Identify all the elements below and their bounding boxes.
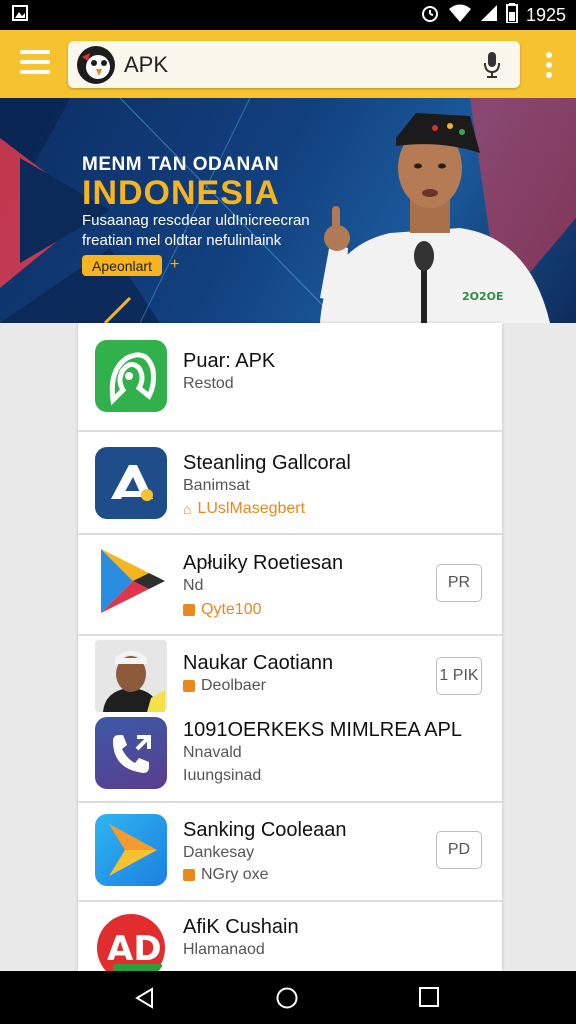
- more-vertical-icon[interactable]: [546, 52, 552, 78]
- app-subtitle: Banimsat: [183, 477, 250, 494]
- hamburger-menu-icon[interactable]: [20, 50, 50, 78]
- banner-plus-icon: +: [170, 256, 180, 273]
- app-subtitle-label: Deolbaer: [201, 677, 266, 694]
- play-store-icon: [95, 545, 167, 617]
- banner-cta-button[interactable]: Apeonlart: [82, 255, 162, 276]
- svg-text:AD: AD: [107, 929, 162, 969]
- portrait-app-icon: [95, 640, 167, 712]
- app-subtitle: Deolbaer: [183, 677, 266, 695]
- app-list: Puar: APK Restod Steanling Gallcoral Ban…: [78, 323, 502, 971]
- phone-app-icon: [95, 717, 167, 789]
- app-title: Steanling Gallcoral: [183, 452, 351, 474]
- list-item[interactable]: Puar: APK Restod: [78, 323, 502, 430]
- list-item[interactable]: AD AfiK Cushain Hlamanaod: [78, 902, 502, 971]
- app-subtitle: Nnavald: [183, 744, 242, 761]
- alarm-icon: [420, 3, 440, 28]
- back-triangle-icon[interactable]: [134, 987, 156, 1014]
- app-tag-label: NGry oxe: [201, 866, 269, 883]
- app-title: Naukar Caotiann: [183, 652, 334, 674]
- list-item[interactable]: 1091OERKEKS MIMLREA APL Nnavald Iuungsin…: [78, 713, 502, 801]
- app-tag: ⌂ LUslMasegbert: [183, 500, 305, 518]
- list-item[interactable]: Sanking Cooleaan Dankesay NGry oxe PD: [78, 803, 502, 900]
- app-subtitle: Hlamanaod: [183, 941, 265, 958]
- status-icons: 1925: [420, 2, 566, 28]
- speaker-photo: 2O2OE: [320, 113, 550, 323]
- list-item[interactable]: Steanling Gallcoral Banimsat ⌂ LUslMaseg…: [78, 432, 502, 533]
- app-tag: Qyte100: [183, 601, 261, 619]
- recents-square-icon[interactable]: [419, 987, 439, 1012]
- app-tag-label: Qyte100: [201, 601, 262, 618]
- app-title: Sanking Cooleaan: [183, 819, 347, 841]
- battery-icon: [505, 2, 518, 28]
- wifi-icon: [448, 3, 472, 28]
- clock-time: 1925: [525, 4, 566, 25]
- triangle-app-icon: [95, 447, 167, 519]
- microphone-icon[interactable]: [482, 51, 502, 79]
- install-button[interactable]: PD: [436, 831, 482, 869]
- gallery-notification-icon: [12, 4, 28, 26]
- app-subtitle: Dankesay: [183, 844, 255, 861]
- app-tag: Iuungsinad: [183, 767, 262, 784]
- home-tag-icon: ⌂: [183, 501, 192, 517]
- install-button[interactable]: PR: [436, 564, 482, 602]
- app-title: 1091OERKEKS MIMLREA APL: [183, 719, 463, 741]
- banner-subtitle-line2: freatian mel oldtar nefulinlaink: [82, 232, 282, 249]
- toolbar: APK: [0, 30, 576, 98]
- tag-icon: [183, 604, 195, 616]
- app-tag-label: LUslMasegbert: [197, 500, 306, 517]
- list-item[interactable]: Apłuiky Roetiesan Nd Qyte100 PR: [78, 535, 502, 634]
- home-circle-icon[interactable]: [276, 987, 298, 1014]
- app-title: AfiK Cushain: [183, 916, 299, 938]
- shirt-badge: 2O2OE: [462, 290, 504, 303]
- install-button[interactable]: 1 PIK: [436, 657, 482, 695]
- arrow-app-icon: [95, 814, 167, 886]
- banner-kicker: MENM TAN ODANAN: [82, 154, 280, 175]
- tag-icon: [183, 869, 195, 881]
- bird-logo-icon: [76, 45, 116, 85]
- green-app-icon: [95, 340, 167, 412]
- promo-banner[interactable]: MENM TAN ODANAN INDONESIA Fusaanag rescd…: [0, 98, 576, 323]
- banner-subtitle-line1: Fusaanag rescdear uldInicreecran: [82, 212, 310, 229]
- search-box[interactable]: APK: [68, 41, 520, 88]
- banner-title: INDONESIA: [82, 174, 280, 212]
- app-title: Puar: APK: [183, 350, 276, 372]
- app-tag: NGry oxe: [183, 866, 269, 884]
- tag-icon: [183, 679, 195, 692]
- search-input[interactable]: APK: [124, 52, 168, 78]
- ad-app-icon: AD: [95, 912, 167, 971]
- navigation-bar: [0, 971, 576, 1024]
- app-title: Apłuiky Roetiesan: [183, 552, 344, 574]
- app-subtitle: Restod: [183, 375, 234, 392]
- status-bar: 1925: [0, 0, 576, 30]
- list-item[interactable]: Naukar Caotiann Deolbaer 1 PIK: [78, 636, 502, 713]
- app-subtitle: Nd: [183, 577, 204, 594]
- signal-icon: [480, 4, 498, 27]
